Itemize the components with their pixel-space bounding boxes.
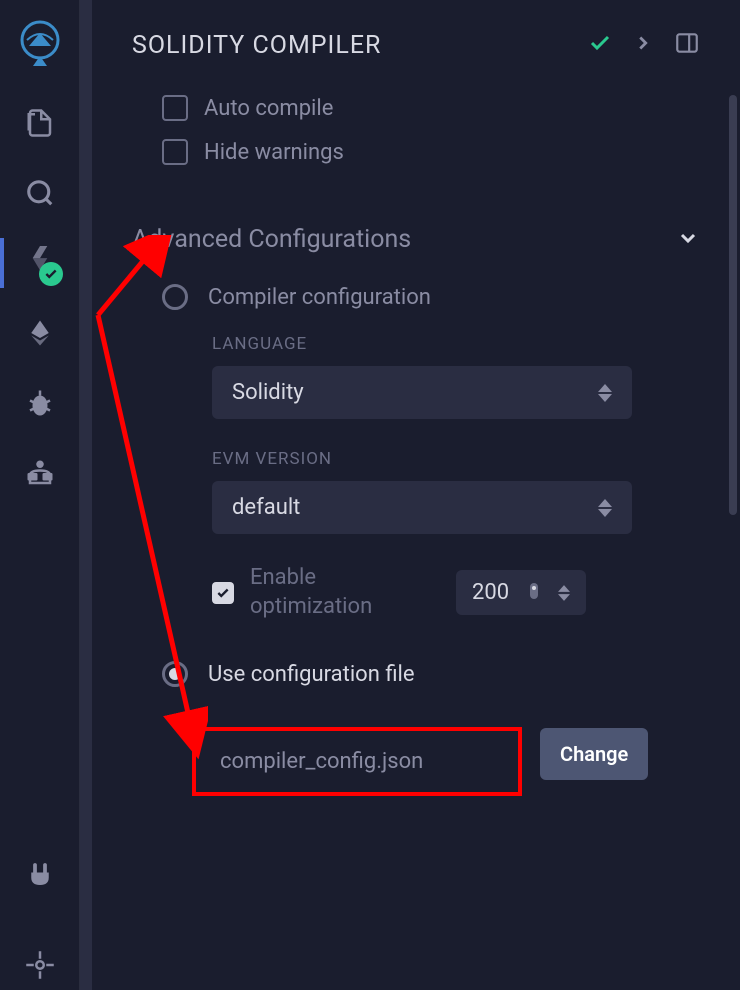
- select-chevrons-icon: [598, 384, 612, 402]
- debugger-icon[interactable]: [25, 388, 55, 418]
- evm-select[interactable]: default: [212, 481, 632, 534]
- settings-icon[interactable]: [25, 950, 55, 980]
- compiler-config-radio-row: Compiler configuration: [132, 284, 700, 310]
- chevron-right-icon[interactable]: [632, 32, 654, 58]
- scrollbar[interactable]: [729, 95, 737, 515]
- optimization-row: Enable optimization 200: [132, 564, 700, 621]
- hide-warnings-label: Hide warnings: [204, 140, 344, 165]
- language-field: LANGUAGE Solidity: [132, 334, 700, 419]
- remix-logo-icon[interactable]: [15, 18, 65, 68]
- hide-warnings-row: Hide warnings: [132, 139, 700, 165]
- panel-title: SOLIDITY COMPILER: [132, 31, 381, 60]
- evm-field: EVM VERSION default: [132, 449, 700, 534]
- check-badge-icon: [39, 262, 63, 286]
- compiler-config-radio[interactable]: [162, 284, 188, 310]
- panel-divider: [80, 0, 92, 990]
- chevron-down-icon: [676, 226, 700, 254]
- use-config-file-radio[interactable]: [162, 661, 188, 687]
- scroll-indicator-icon: [528, 581, 540, 605]
- language-label: LANGUAGE: [212, 334, 700, 354]
- auto-compile-checkbox[interactable]: [162, 95, 188, 121]
- optimization-runs-input[interactable]: 200: [456, 570, 586, 615]
- deploy-icon[interactable]: [25, 318, 55, 348]
- auto-compile-label: Auto compile: [204, 96, 333, 121]
- checkmark-icon[interactable]: [588, 31, 612, 59]
- enable-optimization-checkbox[interactable]: [212, 582, 234, 604]
- plugin-icon[interactable]: [25, 860, 55, 890]
- advanced-config-title: Advanced Configurations: [132, 225, 411, 254]
- number-chevrons-icon: [558, 585, 570, 601]
- config-file-row: compiler_config.json Change: [132, 711, 700, 796]
- auto-compile-row: Auto compile: [132, 95, 700, 121]
- hide-warnings-checkbox[interactable]: [162, 139, 188, 165]
- config-file-name: compiler_config.json: [192, 727, 522, 796]
- enable-optimization-label: Enable optimization: [250, 564, 440, 621]
- language-select[interactable]: Solidity: [212, 366, 632, 419]
- compiler-panel: SOLIDITY COMPILER Auto compile: [92, 0, 740, 990]
- learn-icon[interactable]: [25, 458, 55, 488]
- use-config-file-label: Use configuration file: [208, 662, 415, 687]
- search-icon[interactable]: [25, 178, 55, 208]
- optimization-value: 200: [472, 580, 509, 605]
- compiler-config-label: Compiler configuration: [208, 285, 431, 310]
- change-button[interactable]: Change: [540, 728, 648, 780]
- select-chevrons-icon: [598, 499, 612, 517]
- advanced-config-header[interactable]: Advanced Configurations: [132, 225, 700, 254]
- evm-label: EVM VERSION: [212, 449, 700, 469]
- evm-value: default: [232, 495, 300, 520]
- header-icons: [588, 30, 700, 60]
- sidebar: [0, 0, 80, 990]
- panel-header: SOLIDITY COMPILER: [132, 30, 700, 60]
- files-icon[interactable]: [25, 108, 55, 138]
- panel-toggle-icon[interactable]: [674, 30, 700, 60]
- language-value: Solidity: [232, 380, 304, 405]
- use-config-file-row: Use configuration file: [132, 661, 700, 687]
- solidity-compiler-icon[interactable]: [25, 248, 55, 278]
